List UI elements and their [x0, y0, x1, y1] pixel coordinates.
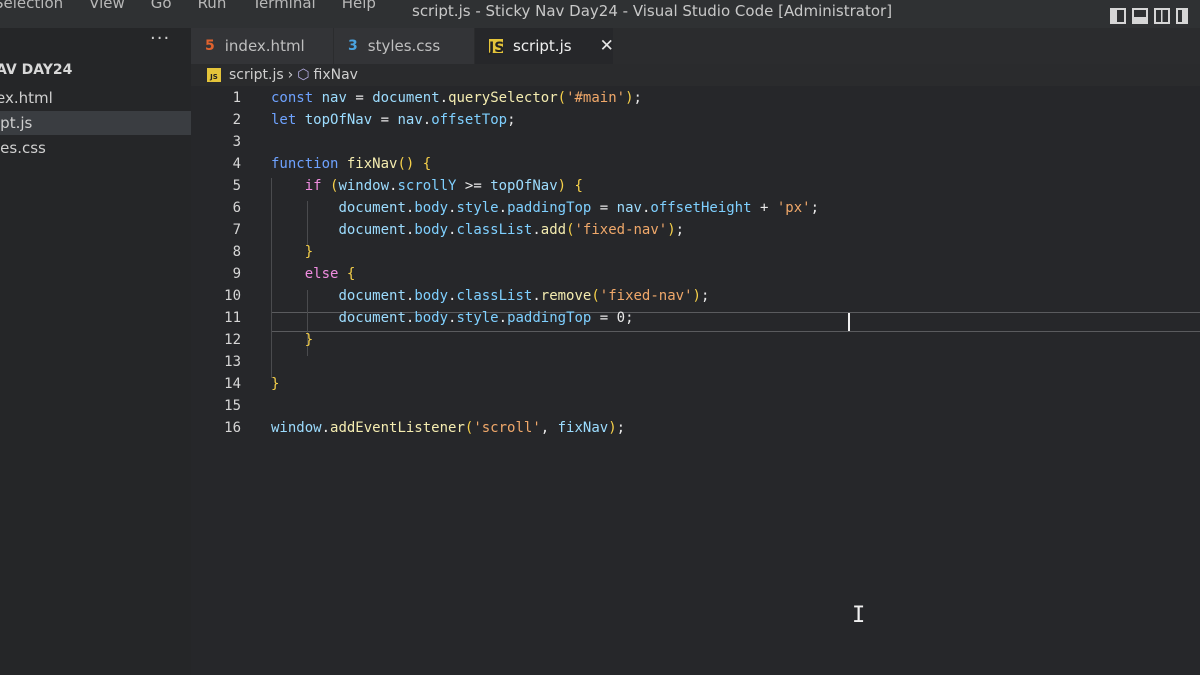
line-number: 8	[232, 244, 241, 260]
breadcrumb: JS script.js › ⬡ fixNav	[207, 64, 358, 86]
editor-tab-bar: 5 index.html 3 styles.css JS script.js ✕	[191, 28, 1200, 64]
line-number: 12	[224, 332, 241, 348]
code-line: function fixNav() {	[271, 156, 432, 172]
menu-go[interactable]: Go	[151, 0, 172, 12]
menu-terminal[interactable]: Terminal	[252, 0, 315, 12]
code-line: let topOfNav = nav.offsetTop;	[271, 112, 516, 128]
js-icon: JS	[207, 68, 221, 82]
explorer-folder-title[interactable]: AV DAY24	[0, 62, 72, 78]
text-cursor	[848, 313, 850, 331]
menu-bar: Selection View Go Run Terminal Help	[0, 0, 402, 12]
js-icon: JS	[489, 39, 505, 56]
toggle-secondary-sidebar-icon[interactable]	[1154, 8, 1170, 24]
toggle-sidebar-icon[interactable]	[1110, 8, 1126, 24]
line-number: 2	[232, 112, 241, 128]
close-icon[interactable]: ✕	[600, 36, 614, 56]
tab-script-js[interactable]: JS script.js ✕	[475, 28, 614, 64]
code-line: else {	[304, 266, 356, 282]
title-bar: Selection View Go Run Terminal Help scri…	[0, 0, 1200, 28]
line-number: 13	[224, 354, 241, 370]
line-number: 4	[232, 156, 241, 172]
code-line: document.body.style.paddingTop = 0;	[338, 310, 634, 326]
more-actions-icon[interactable]: ···	[150, 28, 170, 49]
toggle-panel-icon[interactable]	[1132, 8, 1148, 24]
line-number: 15	[224, 398, 241, 414]
breadcrumb-symbol[interactable]: fixNav	[314, 67, 358, 83]
menu-selection[interactable]: Selection	[0, 0, 63, 12]
layout-controls	[1110, 8, 1188, 24]
code-line: const nav = document.querySelector('#mai…	[271, 90, 642, 106]
code-line: }	[271, 376, 280, 392]
line-number: 16	[224, 420, 241, 436]
code-line: }	[304, 332, 314, 348]
code-line: window.addEventListener('scroll', fixNav…	[271, 420, 626, 436]
function-symbol-icon: ⬡	[297, 67, 310, 83]
code-line: document.body.classList.remove('fixed-na…	[338, 288, 710, 304]
html5-icon: 5	[205, 38, 215, 54]
breadcrumb-file[interactable]: script.js	[229, 67, 284, 83]
tab-label: index.html	[224, 37, 305, 55]
code-line: }	[304, 244, 314, 260]
menu-run[interactable]: Run	[198, 0, 227, 12]
chevron-right-icon: ›	[287, 67, 294, 83]
code-line: if (window.scrollY >= topOfNav) {	[304, 178, 583, 194]
explorer-sidebar: ··· AV DAY24 ex.html ipt.js les.css	[0, 28, 191, 675]
code-editor[interactable]: 1 2 3 4 5 6 7 8 9 10 11 12 13 14 15 16 c…	[191, 86, 1200, 675]
line-number: 14	[224, 376, 241, 392]
code-line: document.body.style.paddingTop = nav.off…	[338, 200, 819, 216]
customize-layout-icon[interactable]	[1176, 8, 1188, 24]
line-number: 9	[232, 266, 241, 282]
line-number: 7	[232, 222, 241, 238]
window-title: script.js - Sticky Nav Day24 - Visual St…	[412, 2, 893, 20]
menu-view[interactable]: View	[89, 0, 125, 12]
tab-index-html[interactable]: 5 index.html	[191, 28, 333, 64]
explorer-file-script-js[interactable]: ipt.js	[0, 111, 191, 135]
menu-help[interactable]: Help	[342, 0, 376, 12]
explorer-file-index-html[interactable]: ex.html	[0, 86, 191, 110]
css3-icon: 3	[348, 38, 358, 54]
line-number: 6	[232, 200, 241, 216]
mouse-ibeam-icon: I	[852, 603, 866, 628]
line-number: 1	[232, 90, 241, 106]
line-number: 11	[224, 310, 241, 326]
line-number: 3	[232, 134, 241, 150]
tab-styles-css[interactable]: 3 styles.css	[334, 28, 474, 64]
tab-label: styles.css	[367, 37, 441, 55]
tab-label: script.js	[513, 37, 572, 55]
line-number: 10	[224, 288, 241, 304]
explorer-file-styles-css[interactable]: les.css	[0, 136, 191, 160]
line-number: 5	[232, 178, 241, 194]
code-line: document.body.classList.add('fixed-nav')…	[338, 222, 685, 238]
